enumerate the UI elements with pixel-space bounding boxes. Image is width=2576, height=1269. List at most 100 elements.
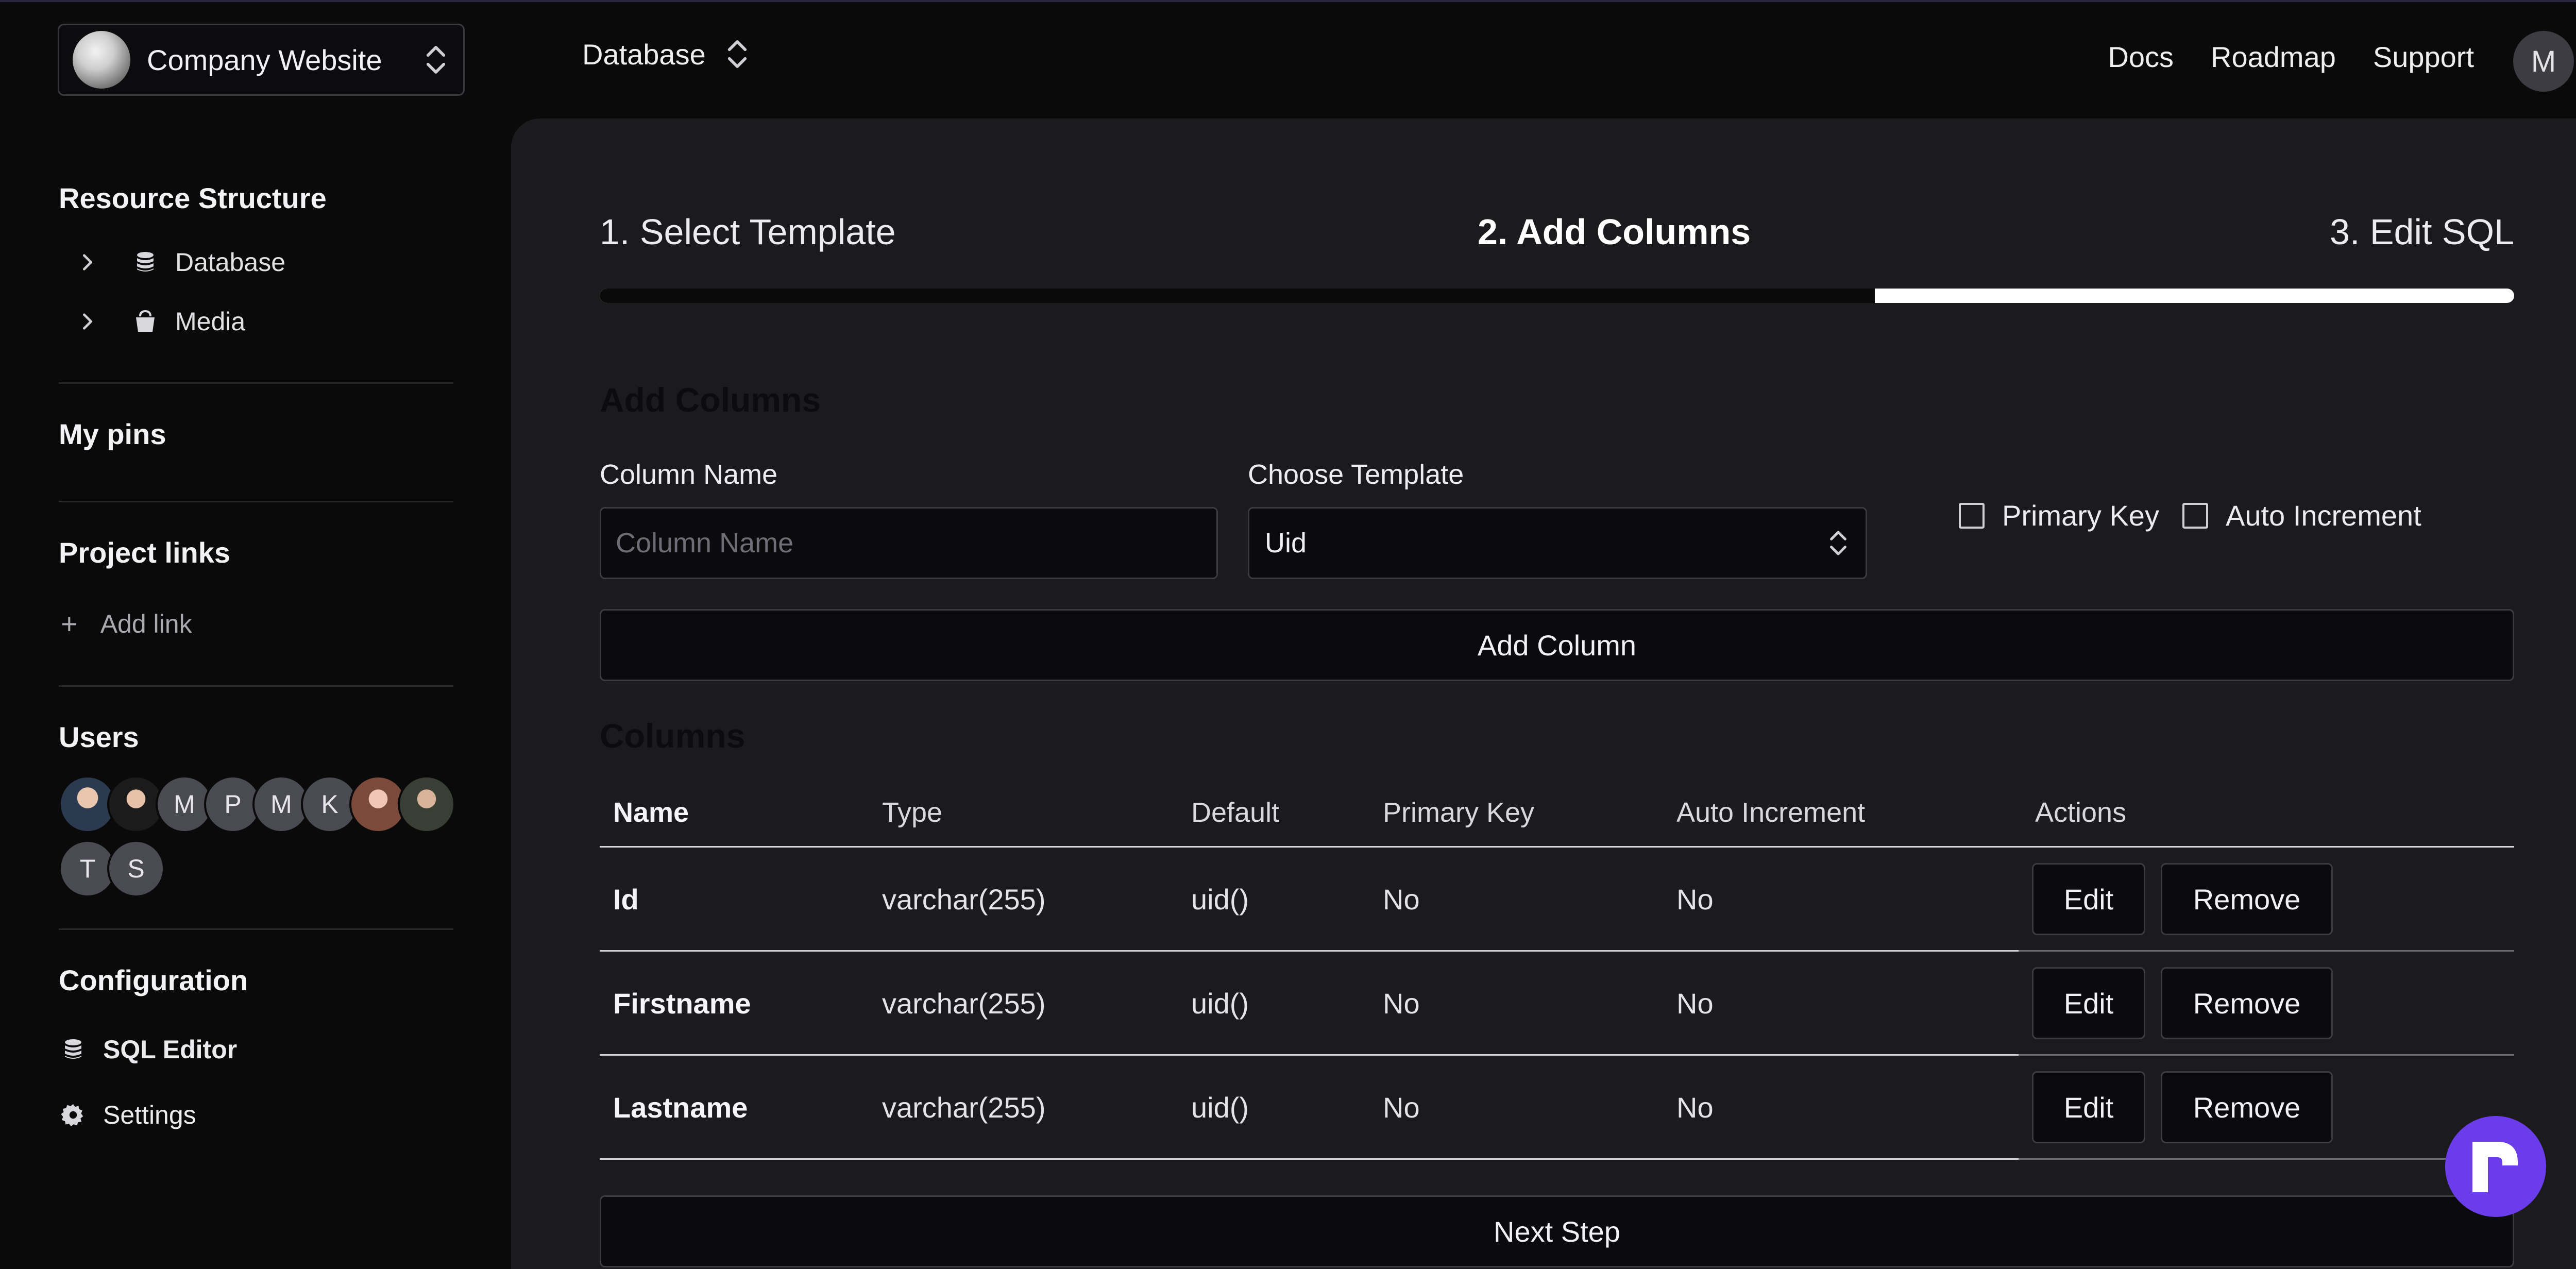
edit-button[interactable]: Edit	[2032, 967, 2145, 1039]
settings-link[interactable]: Settings	[61, 1100, 196, 1130]
roadmap-link[interactable]: Roadmap	[2211, 40, 2336, 74]
users-avatars-row: T S	[59, 840, 165, 898]
project-name: Company Website	[147, 43, 382, 76]
cell-name: Id	[613, 883, 639, 916]
cell-type: varchar(255)	[882, 1091, 1046, 1124]
next-step-button[interactable]: Next Step	[600, 1195, 2514, 1267]
configuration-title: Configuration	[59, 964, 248, 996]
add-link-label: Add link	[100, 609, 192, 638]
table-row: Lastname varchar(255) uid() No No Edit R…	[600, 1056, 2514, 1160]
cell-default: uid()	[1191, 883, 1249, 916]
step-select-template[interactable]: 1. Select Template	[600, 211, 896, 252]
table-row: Id varchar(255) uid() No No Edit Remove	[600, 848, 2514, 952]
step-edit-sql[interactable]: 3. Edit SQL	[2330, 211, 2514, 252]
user-avatar[interactable]: M	[2513, 31, 2574, 92]
cell-primary-key: No	[1383, 987, 1420, 1020]
chevron-right-icon	[83, 254, 92, 270]
edit-button[interactable]: Edit	[2032, 863, 2145, 935]
sql-editor-label: SQL Editor	[103, 1035, 238, 1064]
tree-item-database[interactable]: Database	[77, 247, 285, 277]
main-panel: 1. Select Template 2. Add Columns 3. Edi…	[511, 119, 2576, 1269]
settings-label: Settings	[103, 1101, 196, 1129]
primary-key-checkbox[interactable]	[1959, 502, 1985, 529]
bucket-icon	[136, 310, 155, 332]
top-accent-line	[0, 0, 2576, 2]
chevron-up-down-icon	[727, 40, 747, 68]
my-pins-title: My pins	[59, 418, 166, 450]
cell-primary-key: No	[1383, 883, 1420, 916]
row-divider	[2019, 1158, 2514, 1160]
sidebar-divider	[59, 501, 453, 502]
remove-button[interactable]: Remove	[2161, 967, 2333, 1039]
resource-structure-title: Resource Structure	[59, 182, 327, 214]
sidebar-divider	[59, 382, 453, 384]
wizard-progress-bar	[600, 289, 2514, 303]
remove-button[interactable]: Remove	[2161, 863, 2333, 935]
cell-default: uid()	[1191, 1091, 1249, 1124]
remove-button[interactable]: Remove	[2161, 1071, 2333, 1143]
column-name-input[interactable]	[600, 507, 1218, 579]
column-header-primary-key: Primary Key	[1383, 797, 1535, 828]
database-switcher[interactable]: Database	[582, 36, 751, 72]
project-avatar	[73, 31, 130, 89]
database-switcher-label: Database	[582, 38, 706, 71]
row-divider	[600, 1158, 2019, 1160]
table-header-row: Name Type Default Primary Key Auto Incre…	[600, 773, 2514, 848]
template-select-value: Uid	[1265, 528, 1307, 559]
cell-auto-increment: No	[1676, 987, 1714, 1020]
r-logo-icon	[2472, 1142, 2518, 1192]
tree-item-label: Database	[175, 248, 286, 277]
auto-increment-checkbox[interactable]	[2182, 502, 2208, 529]
cell-auto-increment: No	[1676, 883, 1714, 916]
tree-item-media[interactable]: Media	[77, 307, 245, 336]
cell-primary-key: No	[1383, 1091, 1420, 1124]
add-columns-heading: Add Columns	[600, 381, 821, 419]
primary-key-checkbox-field[interactable]: Primary Key	[1959, 499, 2159, 532]
sidebar-divider	[59, 685, 453, 687]
column-header-default: Default	[1191, 797, 1280, 828]
project-links-title: Project links	[59, 536, 231, 569]
cell-type: varchar(255)	[882, 883, 1046, 916]
cell-name: Lastname	[613, 1091, 748, 1124]
add-column-button[interactable]: Add Column	[600, 609, 2514, 681]
users-title: Users	[59, 721, 139, 753]
auto-increment-checkbox-field[interactable]: Auto Increment	[2182, 499, 2421, 532]
primary-key-label: Primary Key	[2002, 499, 2159, 532]
table-row: Firstname varchar(255) uid() No No Edit …	[600, 952, 2514, 1056]
cell-name: Firstname	[613, 987, 751, 1020]
chevron-up-down-icon	[1830, 531, 1846, 555]
user-avatar-photo[interactable]	[398, 775, 455, 833]
column-header-auto-increment: Auto Increment	[1676, 797, 1866, 828]
floating-app-logo[interactable]	[2445, 1116, 2546, 1217]
choose-template-label: Choose Template	[1248, 459, 1464, 490]
column-header-name: Name	[613, 797, 689, 828]
auto-increment-label: Auto Increment	[2226, 499, 2421, 532]
add-link-button[interactable]: + Add link	[61, 607, 192, 640]
sidebar-divider	[59, 928, 453, 930]
user-avatar-initial[interactable]: S	[107, 840, 165, 898]
top-nav-links: Docs Roadmap Support	[2108, 40, 2474, 74]
sql-editor-link[interactable]: SQL Editor	[61, 1035, 237, 1064]
wizard-progress-fill	[600, 289, 1875, 303]
tree-item-label: Media	[175, 307, 246, 336]
edit-button[interactable]: Edit	[2032, 1071, 2145, 1143]
column-name-label: Column Name	[600, 459, 778, 490]
step-add-columns[interactable]: 2. Add Columns	[1478, 211, 1751, 252]
chevron-right-icon	[83, 313, 92, 330]
support-link[interactable]: Support	[2373, 40, 2474, 74]
column-header-type: Type	[882, 797, 943, 828]
project-switcher[interactable]: Company Website	[58, 24, 465, 96]
cell-auto-increment: No	[1676, 1091, 1714, 1124]
docs-link[interactable]: Docs	[2108, 40, 2174, 74]
template-select[interactable]: Uid	[1248, 507, 1867, 579]
cell-type: varchar(255)	[882, 987, 1046, 1020]
chevron-up-down-icon	[426, 46, 446, 74]
columns-heading: Columns	[600, 717, 745, 755]
cell-default: uid()	[1191, 987, 1249, 1020]
database-icon	[65, 1039, 81, 1059]
users-avatars-row: M P M K	[59, 775, 455, 833]
gear-icon	[61, 1104, 83, 1126]
column-header-actions: Actions	[2035, 797, 2127, 828]
database-icon	[137, 252, 154, 272]
plus-icon: +	[61, 607, 78, 640]
